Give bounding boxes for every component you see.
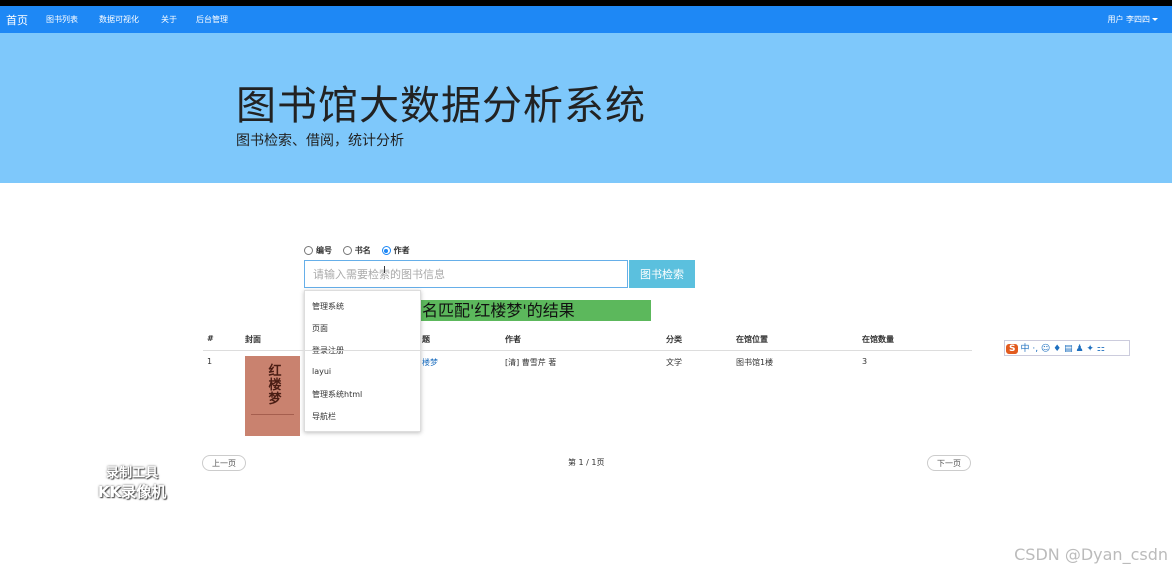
suggestion-item[interactable]: 管理系统 bbox=[312, 301, 344, 312]
column-header-author: 作者 bbox=[505, 335, 521, 344]
suggestion-item[interactable]: 页面 bbox=[312, 323, 328, 334]
radio-label: 书名 bbox=[354, 246, 371, 255]
caret-down-icon bbox=[1152, 18, 1158, 21]
radio-id[interactable]: 编号 bbox=[304, 245, 332, 256]
cover-title-text: 红楼梦 bbox=[268, 364, 282, 407]
search-button[interactable]: 图书检索 bbox=[629, 260, 695, 288]
sogou-icon: S bbox=[1006, 344, 1019, 354]
nav-item-data-visualization[interactable]: 数据可视化 bbox=[99, 14, 139, 25]
column-header-cover: 封面 bbox=[245, 335, 261, 344]
radio-title[interactable]: 书名 bbox=[342, 245, 371, 256]
user-name: 用户 李四四 bbox=[1107, 15, 1150, 24]
ime-toolbar-icons: 中 ·, ☺ ♦ ▤ ♟ ✦ ⚏ bbox=[1020, 344, 1105, 354]
column-header-count: 在馆数量 bbox=[862, 335, 894, 344]
table-divider bbox=[203, 350, 972, 351]
cell-count: 3 bbox=[862, 357, 868, 366]
radio-selected-icon bbox=[381, 246, 391, 255]
book-title-link[interactable]: 楼梦 bbox=[422, 357, 438, 368]
cell-category: 文学 bbox=[666, 358, 682, 367]
recorder-watermark: 录制工具 KK录像机 bbox=[98, 465, 166, 501]
autocomplete-dropdown: 管理系统 页面 登录注册 layui 管理系统html 导航栏 bbox=[304, 290, 421, 432]
cell-location: 图书馆1楼 bbox=[736, 358, 774, 367]
text-cursor-icon: I bbox=[383, 265, 386, 276]
page-indicator: 第 1 / 1页 bbox=[568, 458, 605, 467]
radio-circle-icon bbox=[304, 246, 313, 255]
cell-author: [清] 曹雪芹 著 bbox=[505, 358, 557, 367]
next-page-button[interactable]: 下一页 bbox=[927, 455, 971, 471]
watermark-line2: KK录像机 bbox=[98, 483, 167, 501]
search-type-radio-group: 编号 书名 作者 bbox=[304, 245, 418, 256]
column-header-title: 题 bbox=[422, 335, 430, 344]
nav-item-admin[interactable]: 后台管理 bbox=[196, 14, 228, 25]
ime-toolbar[interactable]: S中 ·, ☺ ♦ ▤ ♟ ✦ ⚏ bbox=[1004, 340, 1130, 356]
cover-line bbox=[251, 414, 294, 415]
suggestion-item[interactable]: layui bbox=[312, 367, 331, 376]
search-input[interactable] bbox=[304, 260, 628, 288]
column-header-index: # bbox=[207, 334, 214, 343]
column-header-location: 在馆位置 bbox=[736, 335, 768, 344]
nav-home-link[interactable]: 首页 bbox=[6, 12, 28, 28]
book-cover-image[interactable]: 红楼梦 bbox=[245, 356, 300, 436]
page-title: 图书馆大数据分析系统 bbox=[236, 83, 646, 129]
prev-page-button[interactable]: 上一页 bbox=[202, 455, 246, 471]
cell-index: 1 bbox=[207, 357, 213, 366]
page-subtitle: 图书检索、借阅，统计分析 bbox=[236, 133, 404, 149]
hero-banner: 图书馆大数据分析系统 图书检索、借阅，统计分析 bbox=[0, 33, 1172, 183]
radio-circle-icon bbox=[342, 246, 352, 255]
watermark-line1: 录制工具 bbox=[106, 466, 159, 481]
suggestion-item[interactable]: 导航栏 bbox=[312, 411, 336, 422]
radio-author[interactable]: 作者 bbox=[381, 245, 410, 256]
radio-label: 作者 bbox=[393, 246, 410, 255]
suggestion-item[interactable]: 管理系统html bbox=[312, 389, 362, 400]
nav-item-book-list[interactable]: 图书列表 bbox=[46, 14, 78, 25]
csdn-watermark: CSDN @Dyan_csdn bbox=[1014, 545, 1168, 564]
user-menu[interactable]: 用户 李四四 bbox=[1107, 14, 1158, 25]
result-banner: 名匹配'红楼梦'的结果 bbox=[420, 300, 651, 321]
navbar: 首页 图书列表 数据可视化 关于 后台管理 用户 李四四 bbox=[0, 6, 1172, 33]
column-header-category: 分类 bbox=[666, 335, 682, 344]
result-banner-text: 名匹配'红楼梦'的结果 bbox=[422, 301, 575, 320]
radio-label: 编号 bbox=[316, 246, 332, 255]
nav-item-about[interactable]: 关于 bbox=[161, 14, 177, 25]
